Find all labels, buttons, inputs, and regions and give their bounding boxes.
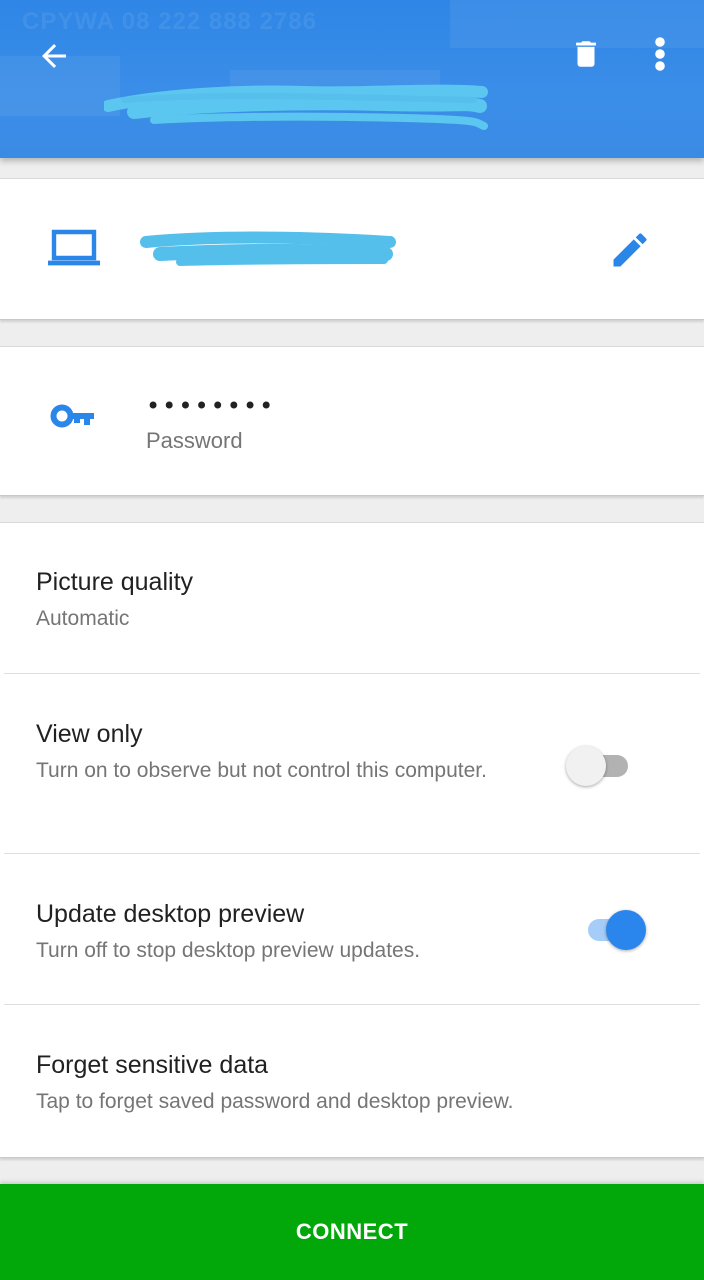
connect-button[interactable]: CONNECT: [0, 1184, 704, 1280]
password-card[interactable]: [0, 346, 704, 496]
password-label: Password: [146, 428, 243, 453]
view-only-subtitle: Turn on to observe but not control this …: [36, 759, 487, 782]
pencil-icon: [613, 233, 647, 267]
update-desktop-preview-toggle[interactable]: [574, 908, 646, 952]
view-only-toggle[interactable]: [566, 744, 638, 788]
update-desktop-preview-subtitle: Turn off to stop desktop preview updates…: [36, 939, 421, 962]
laptop-icon: [48, 229, 100, 266]
view-only-row[interactable]: View only Turn on to observe but not con…: [0, 674, 704, 854]
forget-sensitive-data-title: Forget sensitive data: [36, 1051, 269, 1079]
delete-button[interactable]: [562, 30, 610, 78]
picture-quality-row[interactable]: Picture quality Automatic: [0, 524, 704, 674]
redacted-host-name-scribble: [140, 231, 396, 266]
trash-icon: [576, 41, 596, 67]
forget-sensitive-data-row[interactable]: Forget sensitive data Tap to forget save…: [0, 1005, 704, 1155]
key-icon: [50, 404, 94, 428]
app-bar: CPYWA 08 222 888 2786: [0, 0, 704, 158]
view-only-title: View only: [36, 720, 143, 748]
forget-sensitive-data-subtitle: Tap to forget saved password and desktop…: [36, 1090, 514, 1113]
back-button[interactable]: [30, 32, 78, 80]
arrow-back-icon: [42, 44, 66, 68]
update-desktop-preview-title: Update desktop preview: [36, 900, 305, 928]
more-vert-icon: [655, 37, 665, 71]
redacted-title-scribble: [104, 84, 488, 130]
more-options-button[interactable]: [640, 30, 680, 78]
picture-quality-value: Automatic: [36, 607, 130, 630]
edit-host-button[interactable]: [606, 226, 654, 274]
toggle-thumb: [566, 746, 606, 786]
password-value: ••••••••: [146, 392, 276, 420]
update-desktop-preview-row[interactable]: Update desktop preview Turn off to stop …: [0, 854, 704, 1004]
picture-quality-title: Picture quality: [36, 568, 194, 596]
toggle-thumb: [606, 910, 646, 950]
